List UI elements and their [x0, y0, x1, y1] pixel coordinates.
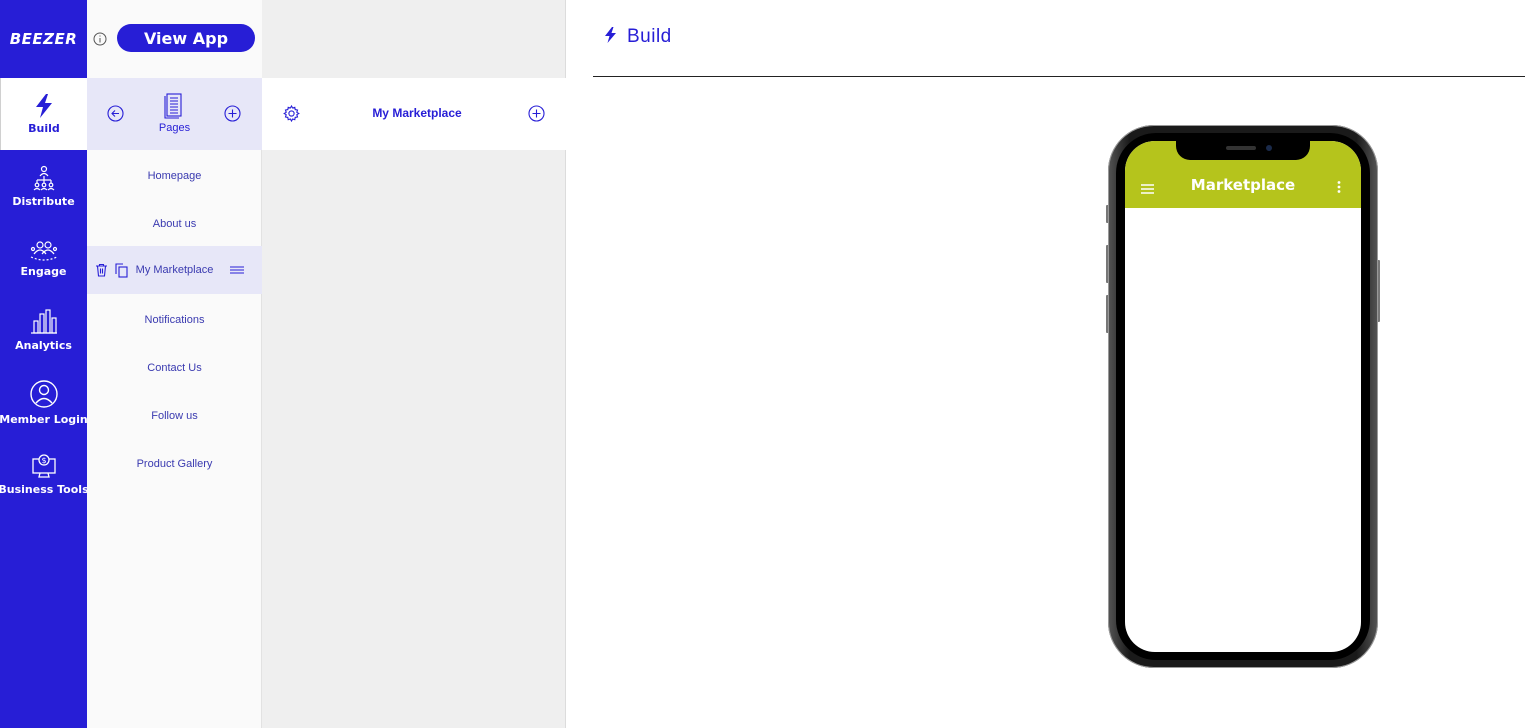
nav-item-label: Business Tools	[0, 482, 89, 496]
page-item-label: Notifications	[144, 314, 205, 326]
people-icon	[29, 239, 59, 261]
gear-icon[interactable]	[283, 104, 300, 126]
page-item-label: Product Gallery	[136, 458, 213, 470]
bolt-icon	[604, 27, 617, 47]
monitor-dollar-icon: $	[30, 453, 58, 479]
nav-item-distribute[interactable]: Distribute	[0, 150, 87, 222]
app-root: BEEZER Build Distribute Engage Analytics	[0, 0, 1525, 728]
bolt-icon	[34, 93, 54, 118]
page-item-label: My Marketplace	[135, 264, 214, 276]
page-item-contact-us[interactable]: Contact Us	[87, 344, 262, 392]
page-item-product-gallery[interactable]: Product Gallery	[87, 440, 262, 488]
page-title: Build	[627, 26, 672, 47]
divider	[593, 76, 1525, 77]
nav-item-label: Analytics	[15, 338, 72, 352]
page-item-follow-us[interactable]: Follow us	[87, 392, 262, 440]
app-title: Marketplace	[1190, 176, 1296, 194]
page-item-my-marketplace[interactable]: My Marketplace	[87, 246, 262, 294]
camera-icon	[1266, 145, 1272, 151]
nav-item-label: Distribute	[12, 194, 75, 208]
svg-text:$: $	[41, 456, 46, 465]
trash-icon[interactable]	[95, 263, 108, 280]
main-header: Build	[604, 26, 672, 48]
nav-item-engage[interactable]: Engage	[0, 222, 87, 294]
top-bar: View App	[87, 0, 262, 78]
view-app-button[interactable]: View App	[117, 24, 255, 52]
nav-item-member-login[interactable]: Member Login	[0, 366, 88, 438]
user-icon	[29, 379, 59, 409]
nav-item-label: Build	[28, 121, 60, 135]
nav-item-label: Member Login	[0, 412, 88, 426]
phone-speaker	[1226, 146, 1256, 150]
bar-chart-icon	[30, 308, 58, 335]
subpage-title: My Marketplace	[372, 106, 462, 120]
phone-preview: Marketplace	[1106, 125, 1380, 668]
phone-screen: Marketplace	[1125, 141, 1361, 652]
info-icon[interactable]	[93, 31, 107, 46]
page-item-label: Follow us	[151, 410, 198, 422]
page-item-label: About us	[152, 218, 197, 230]
pages-panel: View App Pages Homepage About us My Mark…	[87, 0, 262, 728]
nav-item-label: Engage	[20, 264, 67, 278]
subpage-panel: My Marketplace	[262, 0, 566, 728]
main-nav: BEEZER Build Distribute Engage Analytics	[0, 0, 89, 728]
nav-item-build[interactable]: Build	[0, 78, 87, 150]
main-content: Build Marketplace	[567, 0, 1525, 728]
page-item-about-us[interactable]: About us	[87, 200, 262, 248]
page-item-notifications[interactable]: Notifications	[87, 296, 262, 344]
drag-handle-icon[interactable]	[230, 265, 244, 277]
pages-header: Pages	[87, 78, 262, 150]
copy-icon[interactable]	[114, 263, 128, 281]
nav-item-business-tools[interactable]: $ Business Tools	[0, 438, 89, 510]
beezer-logo[interactable]: BEEZER	[0, 0, 87, 78]
distribute-icon	[32, 165, 56, 191]
page-item-label: Contact Us	[147, 362, 202, 374]
more-vertical-icon[interactable]	[1337, 178, 1341, 197]
add-subpage-icon[interactable]	[528, 105, 545, 126]
document-icon	[163, 93, 183, 123]
nav-item-analytics[interactable]: Analytics	[0, 294, 87, 366]
page-item-label: Homepage	[147, 170, 202, 182]
add-page-icon[interactable]	[224, 105, 241, 126]
page-item-homepage[interactable]: Homepage	[87, 152, 262, 200]
phone-notch	[1176, 141, 1310, 160]
subpage-header: My Marketplace	[262, 78, 566, 150]
